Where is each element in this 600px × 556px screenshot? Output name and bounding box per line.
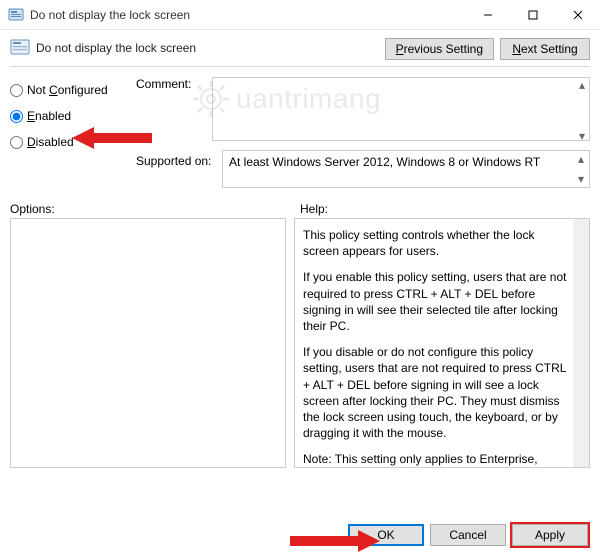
scroll-down-icon: ▾	[575, 173, 587, 185]
radio-disabled[interactable]: Disabled	[10, 135, 130, 149]
policy-icon	[10, 38, 30, 58]
maximize-button[interactable]	[510, 0, 555, 29]
help-scrollbar[interactable]	[573, 219, 589, 467]
help-panel: This policy setting controls whether the…	[294, 218, 590, 468]
radio-enabled-label[interactable]: Enabled	[27, 109, 71, 123]
scroll-up-icon: ▴	[575, 153, 587, 165]
help-text-p1: This policy setting controls whether the…	[303, 227, 571, 259]
supported-on-box: At least Windows Server 2012, Windows 8 …	[222, 150, 590, 188]
supported-on-label: Supported on:	[136, 150, 216, 168]
title-bar: Do not display the lock screen	[0, 0, 600, 30]
radio-disabled-label[interactable]: Disabled	[27, 135, 74, 149]
close-button[interactable]	[555, 0, 600, 29]
divider	[10, 66, 590, 67]
supported-on-text: At least Windows Server 2012, Windows 8 …	[229, 155, 540, 169]
comment-label: Comment:	[136, 77, 208, 91]
help-label: Help:	[300, 202, 328, 216]
minimize-button[interactable]	[465, 0, 510, 29]
scroll-up-icon: ▴	[576, 79, 588, 91]
ok-button[interactable]: OK	[348, 524, 424, 546]
app-icon	[8, 7, 24, 23]
options-panel	[10, 218, 286, 468]
help-text-p4: Note: This setting only applies to Enter…	[303, 451, 571, 468]
page-title: Do not display the lock screen	[36, 41, 196, 55]
apply-button[interactable]: Apply	[512, 524, 588, 546]
scroll-down-icon: ▾	[576, 130, 588, 142]
next-setting-button[interactable]: Next Setting	[500, 38, 590, 60]
previous-setting-button[interactable]: Previous Setting	[385, 38, 494, 60]
radio-not-configured-input[interactable]	[10, 84, 23, 97]
radio-not-configured[interactable]: Not Configured	[10, 83, 130, 97]
comment-textarea[interactable]	[212, 77, 590, 141]
radio-not-configured-label[interactable]: Not Configured	[27, 83, 108, 97]
radio-disabled-input[interactable]	[10, 136, 23, 149]
help-text-p3: If you disable or do not configure this …	[303, 344, 571, 441]
help-text-p2: If you enable this policy setting, users…	[303, 269, 571, 334]
cancel-button[interactable]: Cancel	[430, 524, 506, 546]
options-label: Options:	[10, 202, 300, 216]
window-title: Do not display the lock screen	[30, 8, 465, 22]
radio-enabled-input[interactable]	[10, 110, 23, 123]
radio-enabled[interactable]: Enabled	[10, 109, 130, 123]
